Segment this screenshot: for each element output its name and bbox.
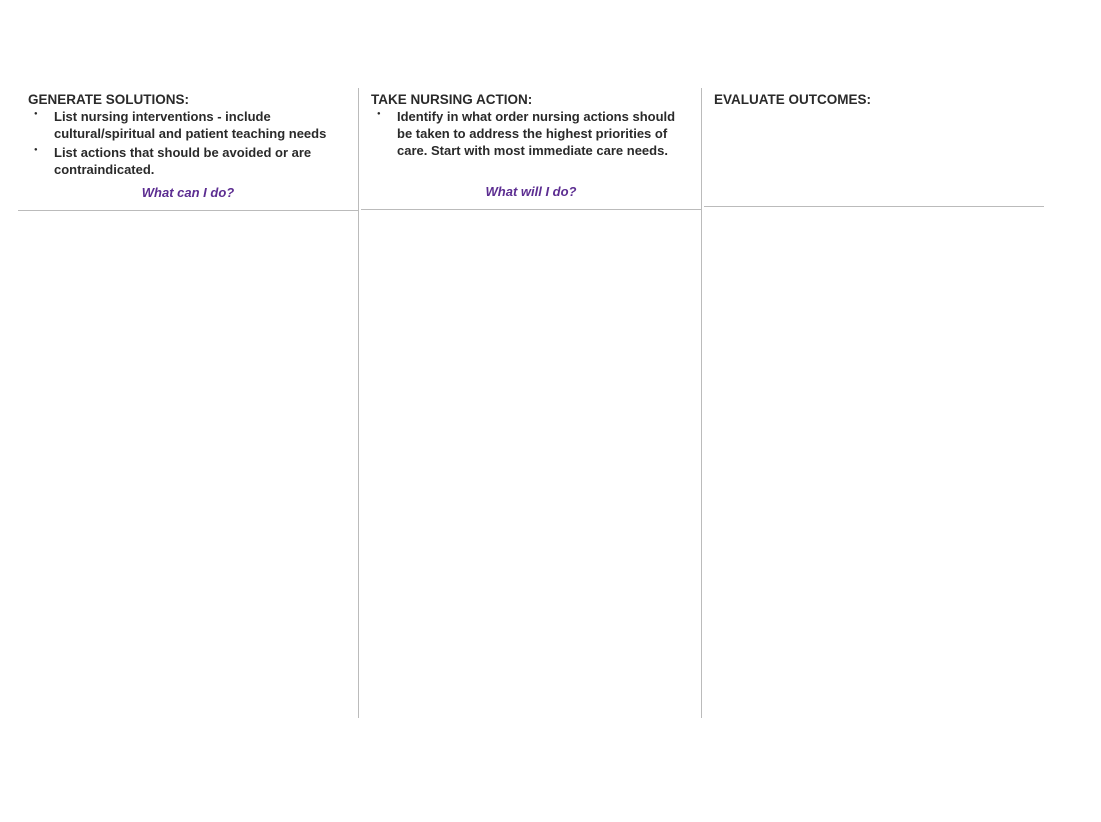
list-item: 5. <box>24 381 34 399</box>
column-header: TAKE NURSING ACTION: Identify in what or… <box>361 88 701 205</box>
outcome-entries: 1. 2. 3. 4. 5. 6. 7. 8. <box>710 211 720 641</box>
column-header: EVALUATE OUTCOMES: Evaluate your interve… <box>704 88 1044 202</box>
list-item: 5. <box>710 449 720 467</box>
list-item: 3. <box>367 336 377 354</box>
list-item: 6. <box>367 510 377 528</box>
instruction-item: Identify in what order nursing actions s… <box>397 109 691 160</box>
list-item: 4. <box>24 341 34 359</box>
list-item: 2. <box>367 278 377 296</box>
instruction-item: List actions that should be avoided or a… <box>54 145 348 179</box>
list-item: 5. <box>367 452 377 470</box>
list-item: 3. <box>24 301 34 319</box>
avoid-header: Actions to avoid/contraindicated: <box>24 571 222 585</box>
column-title: EVALUATE OUTCOMES: <box>714 92 1034 107</box>
column-header: GENERATE SOLUTIONS: List nursing interve… <box>18 88 358 206</box>
list-item: 1. <box>24 221 34 239</box>
list-item: 6. <box>710 507 720 525</box>
list-item: 7. <box>367 568 377 586</box>
list-item: 7. <box>710 565 720 583</box>
instruction-list: List nursing interventions - include cul… <box>28 109 348 179</box>
list-item: 8. <box>24 501 34 519</box>
column-take-action: TAKE NURSING ACTION: Identify in what or… <box>361 88 702 718</box>
list-item: 2. <box>24 671 34 689</box>
entries-area: 1. 2. 3. 4. 5. 6. 7. 8. <box>704 206 1044 718</box>
list-item: 1. <box>710 217 720 235</box>
entries-area: 1. 2. 3. 4. 5. 6. 7. 8. Actions to avoid… <box>18 210 358 718</box>
guiding-question: Did it help? <box>714 181 1034 196</box>
list-item: 1. <box>367 220 377 238</box>
list-item: 4. <box>367 394 377 412</box>
list-item: 3. <box>710 333 720 351</box>
column-title: TAKE NURSING ACTION: <box>371 92 691 107</box>
column-generate-solutions: GENERATE SOLUTIONS: List nursing interve… <box>18 88 359 718</box>
avoid-entries: 1. 2. <box>24 625 34 689</box>
worksheet: GENERATE SOLUTIONS: List nursing interve… <box>18 88 1044 718</box>
list-item: 6. <box>24 421 34 439</box>
list-item: 8. <box>367 626 377 644</box>
column-title: GENERATE SOLUTIONS: <box>28 92 348 107</box>
instruction-item: List nursing interventions - include cul… <box>54 109 348 143</box>
evaluate-description: Evaluate your interventions to determine… <box>714 109 1034 181</box>
entries-area: 1. 2. 3. 4. 5. 6. 7. 8. <box>361 209 701 718</box>
instruction-list: Identify in what order nursing actions s… <box>371 109 691 160</box>
list-item: 7. <box>24 461 34 479</box>
column-evaluate-outcomes: EVALUATE OUTCOMES: Evaluate your interve… <box>704 88 1044 718</box>
action-entries: 1. 2. 3. 4. 5. 6. 7. 8. <box>367 214 377 644</box>
guiding-question: What will I do? <box>371 184 691 199</box>
list-item: 1. <box>24 631 34 649</box>
list-item: 2. <box>710 275 720 293</box>
list-item: 8. <box>710 623 720 641</box>
page-number: 2 | Page <box>973 738 1016 750</box>
guiding-question: What can I do? <box>28 185 348 200</box>
page-footer: 2 | Page <box>18 738 1044 750</box>
list-item: 2. <box>24 261 34 279</box>
list-item: 4. <box>710 391 720 409</box>
intervention-entries: 1. 2. 3. 4. 5. 6. 7. 8. <box>24 215 34 519</box>
